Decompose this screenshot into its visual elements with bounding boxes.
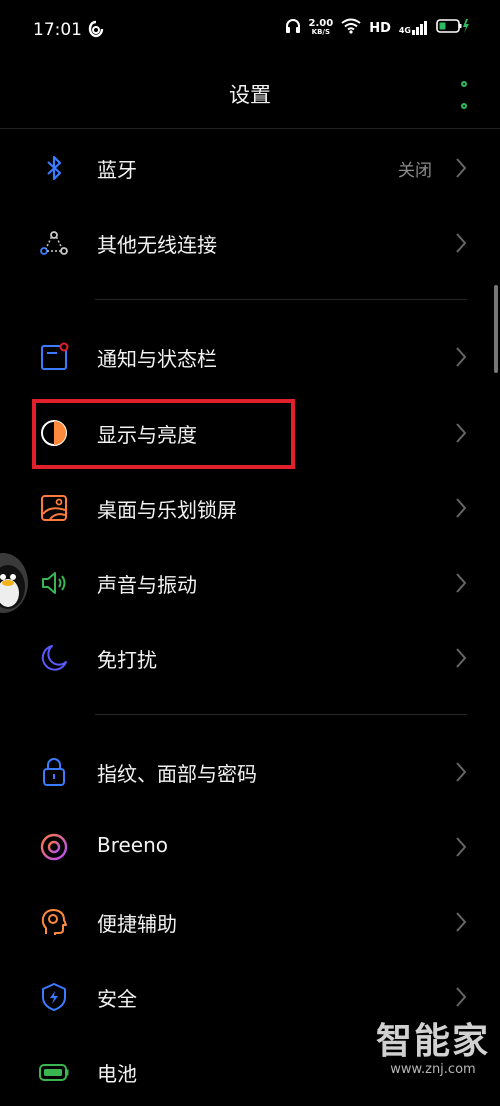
breeno-icon	[38, 831, 70, 863]
highlight-annotation-box	[32, 399, 295, 469]
section-divider	[95, 299, 467, 300]
settings-item-label: 桌面与乐划锁屏	[97, 498, 237, 522]
status-icons: 2.00 KB/S HD 4G	[285, 18, 471, 38]
chevron-right-icon	[454, 910, 468, 934]
chevron-right-icon	[454, 345, 468, 369]
settings-item-label: 便捷辅助	[97, 912, 177, 936]
bluetooth-status-value: 关闭	[398, 161, 432, 181]
chevron-right-icon	[454, 231, 468, 255]
net-speed-unit: KB/S	[311, 28, 331, 36]
settings-item-label: 其他无线连接	[97, 233, 217, 257]
settings-item-sound[interactable]: 声音与振动	[0, 549, 500, 617]
settings-item-security-password[interactable]: 指纹、面部与密码	[0, 738, 500, 806]
settings-item-other-wireless[interactable]: 其他无线连接	[0, 209, 500, 277]
accessibility-icon	[38, 906, 70, 938]
settings-item-dnd[interactable]: 免打扰	[0, 624, 500, 692]
connection-icon	[38, 227, 70, 259]
speaker-icon	[38, 567, 70, 599]
watermark-url: www.znj.com	[390, 1062, 476, 1077]
settings-item-breeno[interactable]: Breeno	[0, 813, 500, 881]
battery-status-icon	[436, 18, 470, 38]
page-title: 设置	[229, 83, 271, 107]
moon-icon	[38, 642, 70, 674]
net-speed: 2.00 KB/S	[309, 19, 334, 37]
settings-item-notification[interactable]: 通知与状态栏	[0, 323, 500, 391]
net-speed-value: 2.00	[308, 18, 334, 29]
battery-icon	[38, 1056, 70, 1088]
shield-icon	[38, 981, 70, 1013]
bluetooth-icon	[38, 152, 70, 184]
chevron-right-icon	[454, 646, 468, 670]
chevron-right-icon	[454, 496, 468, 520]
chevron-right-icon	[454, 571, 468, 595]
header-divider	[0, 128, 500, 129]
settings-item-label: 免打扰	[97, 648, 157, 672]
scrollbar[interactable]	[494, 285, 498, 373]
settings-item-label: 声音与振动	[97, 573, 197, 597]
chevron-right-icon	[454, 421, 468, 445]
more-options-button[interactable]	[454, 81, 474, 109]
chevron-right-icon	[454, 985, 468, 1009]
settings-item-desktop[interactable]: 桌面与乐划锁屏	[0, 474, 500, 542]
more-dot-icon	[461, 81, 467, 87]
wallpaper-icon	[38, 492, 70, 524]
settings-item-label: 通知与状态栏	[97, 347, 217, 371]
signal-label: 4G	[398, 26, 411, 35]
title-bar: 设置	[0, 62, 500, 126]
chevron-right-icon	[454, 835, 468, 859]
chevron-right-icon	[454, 156, 468, 180]
hd-indicator: HD	[369, 20, 391, 36]
app-notification-icon	[88, 20, 104, 42]
watermark-title: 智能家	[375, 1021, 490, 1062]
headphone-icon	[285, 18, 301, 38]
status-bar: 17:01 2.00 KB/S HD 4G	[0, 0, 500, 62]
status-time: 17:01	[33, 20, 82, 40]
settings-item-label: 安全	[97, 987, 137, 1011]
wifi-icon	[341, 18, 361, 38]
watermark: 智能家 www.znj.com	[375, 1021, 490, 1078]
chevron-right-icon	[454, 760, 468, 784]
notification-icon	[38, 341, 70, 373]
settings-item-label: 指纹、面部与密码	[97, 762, 257, 786]
settings-item-accessibility[interactable]: 便捷辅助	[0, 888, 500, 956]
section-divider	[95, 714, 467, 715]
signal-icon: 4G	[399, 21, 428, 35]
settings-item-bluetooth[interactable]: 蓝牙 关闭	[0, 134, 500, 202]
settings-item-label: 电池	[97, 1062, 137, 1086]
more-dot-icon	[461, 103, 467, 109]
settings-item-label: Breeno	[97, 833, 169, 857]
settings-item-label: 蓝牙	[97, 158, 137, 182]
lock-icon	[38, 756, 70, 788]
